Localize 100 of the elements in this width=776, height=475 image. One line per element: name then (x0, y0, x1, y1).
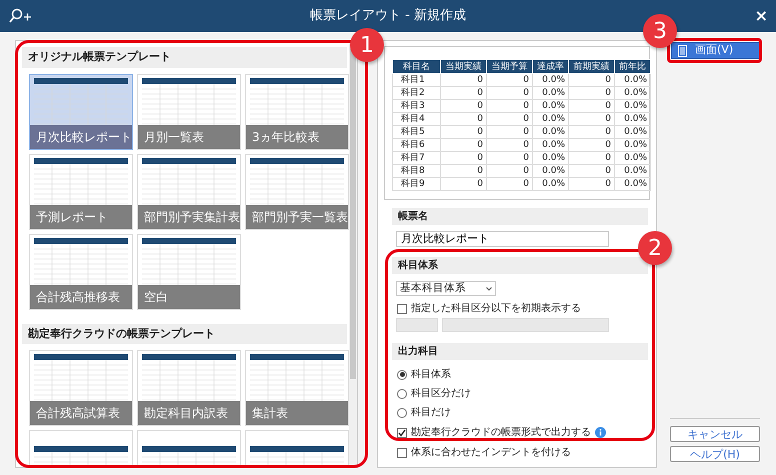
disabled-field (396, 318, 438, 332)
table-cell: 0 (568, 74, 614, 86)
report-name-field[interactable]: 月次比較レポート (396, 231, 609, 247)
table-cell: 科目2 (392, 86, 440, 100)
template-tile[interactable]: 空白 (137, 234, 241, 310)
table-cell: 0 (486, 138, 532, 152)
table-cell: 0.0% (614, 86, 650, 100)
table-cell: 0 (568, 86, 614, 100)
cancel-button[interactable]: キャンセル (670, 426, 760, 442)
window-title: 帳票レイアウト - 新規作成 (310, 7, 466, 26)
table-cell: 0.0% (614, 152, 650, 164)
table-cell: 0.0% (532, 178, 568, 190)
template-tile[interactable]: 3ヵ年比較表 (245, 74, 349, 150)
account-system-dropdown[interactable]: 基本科目体系 (396, 281, 496, 296)
table-cell: 0 (486, 164, 532, 178)
table-cell: 0 (568, 100, 614, 112)
table-cell: 0 (486, 86, 532, 100)
table-cell: 0.0% (532, 126, 568, 138)
table-cell: 0.0% (614, 126, 650, 138)
table-cell: 科目8 (392, 164, 440, 178)
view-button[interactable]: 画面(V) (671, 42, 760, 59)
table-cell: 0 (568, 164, 614, 178)
table-cell: 0.0% (614, 164, 650, 178)
template-tile[interactable]: 合計残高推移表 (29, 234, 133, 310)
section-heading: 科目体系 (392, 257, 648, 274)
table-cell: 0 (440, 126, 486, 138)
column-header: 前期実績 (568, 60, 614, 74)
table-cell: 0.0% (614, 74, 650, 86)
table-cell: 0 (486, 152, 532, 164)
section-heading: オリジナル帳票テンプレート (22, 47, 347, 68)
table-cell: 0 (440, 100, 486, 112)
table-cell: 科目6 (392, 138, 440, 152)
table-cell: 0.0% (532, 112, 568, 126)
table-cell: 0.0% (614, 100, 650, 112)
option-label[interactable]: 勘定奉行クラウドの帳票形式で出力する (411, 425, 591, 440)
column-header: 当期実績 (440, 60, 486, 74)
template-tile[interactable]: 部門別予実一覧表 (245, 154, 349, 230)
template-tile[interactable]: 月別一覧表 (137, 74, 241, 150)
template-tile[interactable]: 勘定科目内訳表 (137, 350, 241, 426)
close-button[interactable]: × (754, 4, 768, 28)
checkbox[interactable] (397, 428, 407, 438)
table-cell: 0 (568, 126, 614, 138)
table-cell: 0 (568, 138, 614, 152)
info-icon[interactable] (595, 427, 606, 438)
table-cell: 科目7 (392, 152, 440, 164)
table-cell: 0 (440, 74, 486, 86)
table-cell: 0 (486, 126, 532, 138)
table-cell: 科目4 (392, 112, 440, 126)
template-tile[interactable]: 月次比較レポート (29, 74, 133, 150)
scrollbar[interactable] (349, 41, 357, 467)
section-heading: 帳票名 (392, 208, 648, 225)
callout-number: 2 (638, 231, 672, 265)
table-cell: 0.0% (532, 74, 568, 86)
table-cell: 科目1 (392, 74, 440, 86)
document-icon (678, 44, 687, 56)
column-header: 達成率 (532, 60, 568, 74)
option-label[interactable]: 科目区分だけ (411, 386, 471, 401)
column-header: 前年比 (614, 60, 650, 74)
table-cell: 0 (440, 138, 486, 152)
option-label[interactable]: 科目だけ (411, 405, 451, 420)
table-cell: 科目9 (392, 178, 440, 190)
table-cell: 0 (568, 178, 614, 190)
checkbox[interactable] (397, 448, 407, 458)
table-cell: 科目3 (392, 100, 440, 112)
table-cell: 0.0% (532, 164, 568, 178)
table-cell: 0 (486, 112, 532, 126)
template-tile[interactable]: 集計表 (245, 350, 349, 426)
caret-icon (486, 286, 492, 290)
table-cell: 0.0% (614, 138, 650, 152)
option-label[interactable]: 指定した科目区分以下を初期表示する (411, 301, 581, 316)
table-cell: 0 (440, 152, 486, 164)
help-button[interactable]: ヘルプ(H) (670, 446, 760, 462)
template-tile[interactable]: 部門別予実集計表 (137, 154, 241, 230)
option-label[interactable]: 科目体系 (411, 367, 451, 382)
table-cell: 0 (486, 178, 532, 190)
column-header: 当期予算 (486, 60, 532, 74)
template-tile[interactable]: 予測レポート (29, 154, 133, 230)
table-cell: 0.0% (614, 178, 650, 190)
checkbox[interactable] (397, 304, 407, 314)
table-cell: 0 (486, 74, 532, 86)
table-cell: 0.0% (532, 152, 568, 164)
column-header: 科目名 (392, 60, 440, 74)
table-cell: 0.0% (532, 138, 568, 152)
table-cell: 0 (440, 86, 486, 100)
radio-button[interactable] (397, 388, 407, 398)
section-heading: 出力科目 (392, 343, 648, 360)
table-cell: 0 (440, 178, 486, 190)
table-cell: 0.0% (532, 100, 568, 112)
template-tile[interactable]: 合計残高試算表 (29, 350, 133, 426)
table-cell: 科目5 (392, 126, 440, 138)
section-heading: 勘定奉行クラウドの帳票テンプレート (22, 324, 347, 344)
table-cell: 0 (486, 100, 532, 112)
radio-button[interactable] (397, 408, 407, 418)
table-cell: 0.0% (532, 86, 568, 100)
table-cell: 0 (568, 152, 614, 164)
table-cell: 0 (440, 112, 486, 126)
option-label[interactable]: 体系に合わせたインデントを付ける (411, 445, 571, 460)
table-cell: 0 (440, 164, 486, 178)
search-add-icon[interactable] (8, 8, 32, 24)
radio-button[interactable] (397, 370, 407, 380)
